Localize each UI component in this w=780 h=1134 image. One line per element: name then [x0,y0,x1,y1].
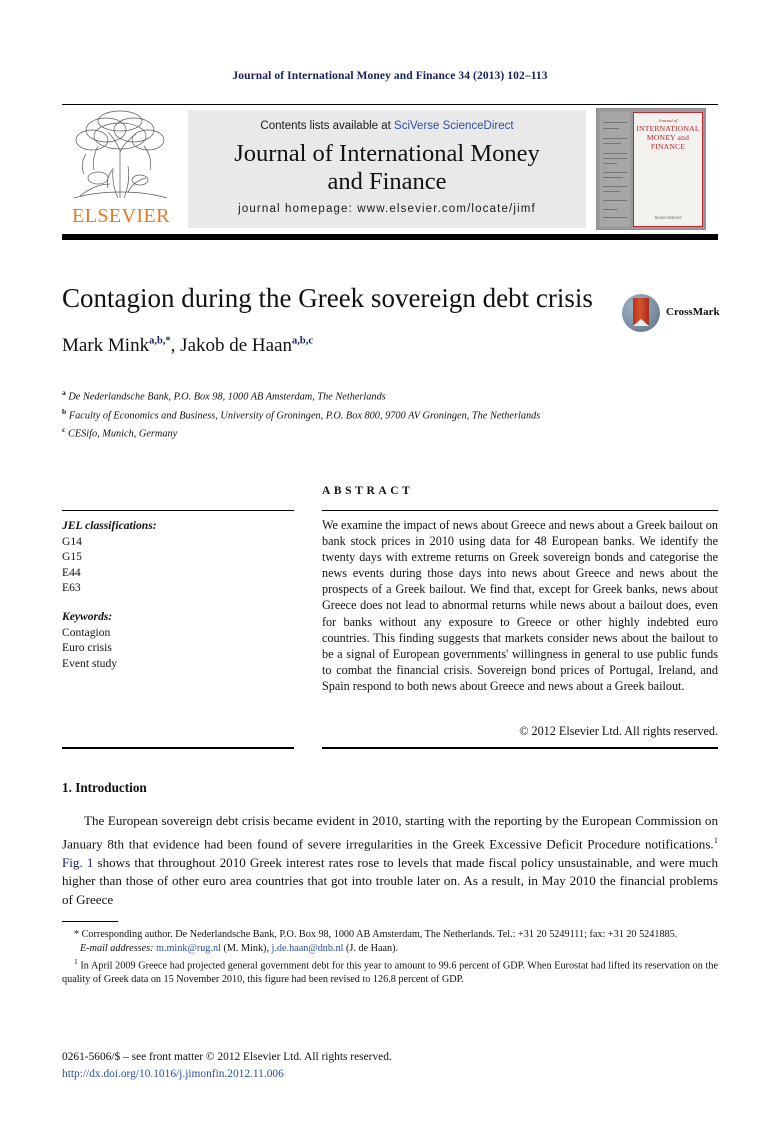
info-panel-spacer [62,596,294,609]
cover-contents-column [600,112,630,226]
email-link-1[interactable]: m.mink@rug.nl [156,943,221,954]
crossmark-notch-shape [633,319,649,326]
affiliation-list: a De Nederlandsche Bank, P.O. Box 98, 10… [62,386,662,442]
affiliation-text: De Nederlandsche Bank, P.O. Box 98, 1000… [68,391,386,403]
footnote-note-1: 1 In April 2009 Greece had projected gen… [62,955,718,987]
crossmark-badge[interactable]: CrossMark [622,294,720,334]
abstract-top-rule [322,510,718,512]
info-panel: JEL classifications: G14 G15 E44 E63 Key… [62,518,294,671]
sciencedirect-link[interactable]: SciVerse ScienceDirect [394,120,514,132]
author-separator: , [170,335,181,356]
elsevier-wordmark: ELSEVIER [72,205,170,227]
affiliation-marker: b [62,406,67,416]
elsevier-logo: ELSEVIER [62,110,180,230]
abstract-heading: ABSTRACT [322,485,414,497]
footnote-email-addresses: E-mail addresses: m.mink@rug.nl (M. Mink… [62,942,718,956]
journal-homepage-link[interactable]: journal homepage: www.elsevier.com/locat… [188,203,586,215]
abstract-copyright: © 2012 Elsevier Ltd. All rights reserved… [519,724,718,738]
banner-bottom-rule [62,234,718,240]
contents-prefix: Contents lists available at [260,120,395,132]
jel-heading: JEL classifications: [62,519,157,532]
elsevier-tree-icon [73,110,168,199]
journal-info-box: Contents lists available at SciVerse Sci… [188,110,586,228]
section-heading-introduction: 1. Introduction [62,780,147,795]
abstract-bottom-rule [322,747,718,750]
journal-title-line-1: Journal of International Money [234,140,540,167]
author-list: Mark Minka,b,*, Jakob de Haana,b,c [62,335,602,357]
info-panel-bottom-rule [62,747,294,750]
figure-reference-link[interactable]: Fig. 1 [62,855,93,870]
footnote-block: * Corresponding author. De Nederlandsche… [62,928,718,987]
affiliation-marker: c [62,425,66,435]
jel-codes: G14 G15 E44 E63 [62,534,82,595]
author-affiliation-marker-2: a,b,c [292,335,314,347]
author-affiliation-marker-1: a,b,* [149,335,171,347]
journal-cover-thumbnail[interactable]: Journal of INTERNATIONAL MONEY and FINAN… [596,108,706,230]
doi-link[interactable]: http://dx.doi.org/10.1016/j.jimonfin.201… [62,1068,284,1080]
info-panel-top-rule [62,510,294,512]
abstract-text: We examine the impact of news about Gree… [322,518,718,693]
crossmark-icon [622,294,660,332]
footnote-number-1: 1 [74,957,78,967]
keyword-list: Contagion Euro crisis Event study [62,625,118,670]
paragraph-text-part-1: The European sovereign debt crisis becam… [62,813,718,851]
author-name-1: Mark Mink [62,335,150,356]
running-head: Journal of International Money and Finan… [232,70,548,82]
email-owner-2: (J. de Haan). [343,942,399,954]
title-block: Contagion during the Greek sovereign deb… [62,282,602,357]
keywords-heading: Keywords: [62,609,113,623]
article-page: Journal of International Money and Finan… [0,0,780,1134]
paragraph-text-part-2: shows that throughout 2010 Greek interes… [62,854,718,907]
email-addresses-label: E-mail addresses: [80,942,154,954]
footnote-reference-1[interactable]: 1 [714,835,718,845]
footnote-corresponding-author: * Corresponding author. De Nederlandsche… [62,928,718,942]
footnote-separator-rule [62,921,118,922]
crossmark-label: CrossMark [666,306,720,318]
journal-title: Journal of International Money and Finan… [198,140,576,196]
cover-footer: ScienceDirect [654,215,682,220]
corresponding-author-marker: * [74,929,80,940]
journal-banner: ELSEVIER Contents lists available at Sci… [62,108,718,230]
affiliation-text: Faculty of Economics and Business, Unive… [68,410,541,422]
email-owner-1: (M. Mink), [220,942,272,954]
affiliation-marker: a [62,388,66,397]
banner-top-rule [62,104,718,105]
email-link-2[interactable]: j.de.haan@dnb.nl [272,943,344,954]
cover-small-title: Journal of [658,118,678,123]
page-title: Contagion during the Greek sovereign deb… [62,283,593,313]
introduction-paragraph: The European sovereign debt crisis becam… [62,812,718,909]
cover-title: INTERNATIONAL MONEY and FINANCE [636,124,700,151]
contents-list-line: Contents lists available at SciVerse Sci… [188,120,586,132]
cover-title-panel: Journal of INTERNATIONAL MONEY and FINAN… [633,112,703,227]
footnote-note-1-text: In April 2009 Greece had projected gener… [62,960,719,986]
affiliation-item: a De Nederlandsche Bank, P.O. Box 98, 10… [62,386,662,405]
affiliation-item: c CESifo, Munich, Germany [62,423,662,442]
author-name-2: Jakob de Haan [180,335,293,356]
corresponding-author-text: Corresponding author. De Nederlandsche B… [81,929,678,940]
issn-copyright-line: 0261-5606/$ – see front matter © 2012 El… [62,1051,392,1063]
affiliation-text: CESifo, Munich, Germany [67,428,178,440]
affiliation-item: b Faculty of Economics and Business, Uni… [62,405,662,424]
journal-title-line-2: and Finance [327,168,447,195]
